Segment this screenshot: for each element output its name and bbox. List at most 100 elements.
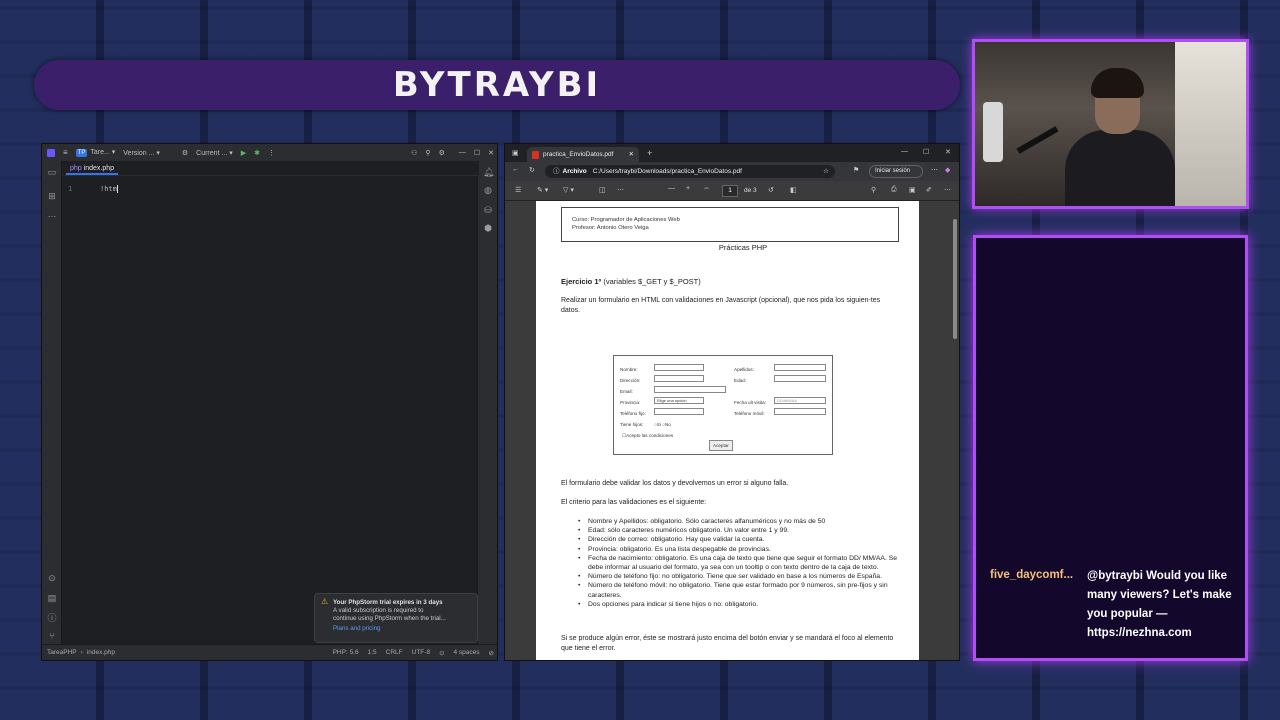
close-button[interactable]: ✕ (488, 149, 494, 157)
php-version[interactable]: PHP: 5.6 (333, 649, 359, 657)
search-icon[interactable]: ⚲ (425, 149, 430, 157)
database-icon[interactable]: ⛁ (483, 205, 493, 215)
breadcrumb-project[interactable]: TareaPHP (47, 649, 77, 656)
more-icon[interactable]: ⋮ (268, 149, 275, 157)
line-separator[interactable]: CRLF (386, 649, 403, 657)
reload-button[interactable]: ↻ (529, 166, 535, 174)
file-encoding[interactable]: UTF-8 (412, 649, 430, 657)
vcs-selector[interactable]: Version ... ▾ (123, 149, 160, 157)
maximize-button[interactable]: ☐ (474, 149, 480, 157)
pdf-more-icon[interactable]: ⋯ (617, 186, 624, 194)
highlight-icon[interactable]: ▽ ▾ (563, 186, 574, 194)
zoom-in-button[interactable]: + (686, 185, 690, 192)
run-icon[interactable]: ▶ (241, 149, 246, 157)
page-view-icon[interactable]: ◧ (790, 186, 797, 194)
services-icon[interactable]: ⊙ (47, 573, 57, 583)
teacher-line: Profesor: Antonio Otero Veiga (572, 225, 649, 231)
indent-setting[interactable]: 4 spaces (454, 649, 480, 657)
read-aloud-icon[interactable]: ◫ (599, 186, 606, 194)
validation-paragraph: El formulario debe validar los datos y d… (561, 480, 789, 487)
line-number: 1 (68, 185, 73, 193)
more-tools-icon[interactable]: … (47, 209, 57, 219)
ai-icon[interactable]: ⚙ (182, 149, 188, 157)
extensions-icon[interactable]: ⚑ (853, 166, 859, 174)
tab-close-icon[interactable]: ✕ (629, 147, 634, 162)
terminal-icon[interactable]: ▤ (47, 593, 57, 603)
print-icon[interactable]: ⎙ (891, 186, 897, 194)
banner-title: BYTRAYBI (392, 65, 602, 105)
form-example-image: Nombre: Apellidos: Dirección: Edad: Emai… (613, 355, 833, 455)
error-paragraph: Si se produce algún error, éste se mostr… (561, 635, 894, 652)
save-as-icon[interactable]: ✐ (926, 186, 932, 194)
phpstorm-window: ≡ TP Tare... ▾ Version ... ▾ ⚙ Current ..… (41, 143, 498, 661)
ide-statusbar: TareaPHP › index.php PHP: 5.6 1:5 CRLF U… (42, 644, 497, 660)
pdf-viewport[interactable]: Curso: Programador de Aplicaciones Web P… (505, 201, 959, 660)
remote-host-icon[interactable]: ◍ (483, 185, 493, 195)
lamp-image (983, 102, 1003, 162)
save-icon[interactable]: ▣ (909, 186, 916, 194)
editor-tabs: php index.php (63, 161, 479, 176)
chat-panel: five_daycomf... @bytraybi Would you like… (973, 235, 1248, 661)
list-item: Nombre y Apellidos: obligatorio. Sólo ca… (578, 517, 908, 526)
page-count: de 3 (744, 187, 757, 194)
page-number-input[interactable]: 1 (722, 185, 738, 197)
notifications-icon[interactable]: 🔔︎ (483, 167, 494, 177)
exercise-description: Realizar un formulario en HTML con valid… (561, 297, 881, 314)
right-toolbar: 🔔︎ ◍ ⛁ ⬢ (477, 161, 497, 645)
main-menu-icon[interactable]: ≡ (63, 148, 68, 157)
draw-icon[interactable]: ✎ ▾ (537, 186, 548, 194)
problems-icon[interactable]: ⓘ (47, 613, 57, 623)
contents-icon[interactable]: ☰ (515, 186, 521, 194)
url-field[interactable]: ⓘ Archivo C:/Users/traybi/Downloads/practi… (545, 165, 835, 178)
minimize-button[interactable]: — (459, 149, 466, 156)
run-config-selector[interactable]: Current ... ▾ (196, 149, 233, 157)
back-button[interactable]: ← (512, 166, 519, 173)
maximize-button[interactable]: ☐ (923, 148, 929, 156)
pdf-toolbar: ☰ ✎ ▾ ▽ ▾ ◫ ⋯ — + ⇔ 1 de 3 ↺ ◧ ⚲ ⎙ ▣ ✐ ⋯ (505, 181, 959, 201)
bookmark-star-icon[interactable]: ☆ (823, 165, 829, 178)
plans-pricing-link[interactable]: Plans and pricing (333, 625, 471, 633)
code-with-me-icon[interactable]: ⚇ (411, 149, 417, 157)
pdf-title: Prácticas PHP (718, 243, 768, 252)
pdf-search-icon[interactable]: ⚲ (871, 186, 876, 194)
project-selector[interactable]: TP Tare... ▾ (75, 148, 115, 157)
cursor-position[interactable]: 1:5 (368, 649, 377, 657)
pdf-settings-icon[interactable]: ⋯ (944, 186, 951, 194)
copilot-icon[interactable]: ◆ (945, 166, 950, 174)
breadcrumb-file[interactable]: index.php (87, 649, 115, 656)
microphone-image (1016, 126, 1059, 154)
close-button[interactable]: ✕ (945, 148, 951, 156)
project-folder-icon[interactable]: ▭ (47, 167, 57, 177)
zoom-out-button[interactable]: — (668, 185, 675, 192)
list-item: Provincia: obligatorio. Es una lista des… (578, 545, 908, 554)
code-line[interactable]: !htm (100, 185, 118, 193)
vcs-status-icon[interactable]: ⊘ (489, 649, 494, 657)
rotate-icon[interactable]: ↺ (768, 186, 774, 194)
chat-username: five_daycomf... (990, 569, 1074, 581)
structure-icon[interactable]: ⊞ (47, 191, 57, 201)
new-tab-button[interactable]: + (647, 148, 652, 158)
webcam-frame (972, 39, 1249, 209)
tab-pdf[interactable]: practica_EnvioDatos.pdf ✕ (527, 147, 639, 162)
lock-icon[interactable]: ⊙ (439, 649, 444, 657)
address-bar-row: ← ↻ ⓘ Archivo C:/Users/traybi/Downloads/pr… (505, 162, 959, 181)
window-image (1175, 42, 1246, 206)
pdf-page: Curso: Programador de Aplicaciones Web P… (536, 201, 919, 660)
validation-rules-list: Nombre y Apellidos: obligatorio. Sólo ca… (578, 517, 908, 609)
debug-icon[interactable]: ✱ (254, 149, 260, 157)
tab-actions-icon[interactable]: ▣ (512, 149, 519, 157)
sign-in-button[interactable]: Iniciar sesión (869, 165, 923, 178)
code-editor[interactable]: 1 !htm (63, 177, 479, 645)
course-header-box: Curso: Programador de Aplicaciones Web P… (561, 207, 899, 242)
pdf-scrollbar[interactable] (953, 219, 957, 339)
chat-message: @bytraybi Would you like many viewers? L… (1087, 570, 1232, 639)
list-item: Dirección de correo: obligatorio. Hay qu… (578, 535, 908, 544)
fit-page-icon[interactable]: ⇔ (703, 185, 710, 192)
minimize-button[interactable]: — (901, 148, 908, 155)
menu-icon[interactable]: ⋯ (931, 166, 938, 174)
trial-body-line2: continue using PhpStorm when the trial..… (333, 615, 446, 622)
tab-index-php[interactable]: php index.php (66, 162, 118, 175)
git-icon[interactable]: ⑂ (47, 631, 57, 641)
settings-icon[interactable]: ⚙ (439, 149, 445, 157)
plugin-icon[interactable]: ⬢ (483, 223, 493, 233)
